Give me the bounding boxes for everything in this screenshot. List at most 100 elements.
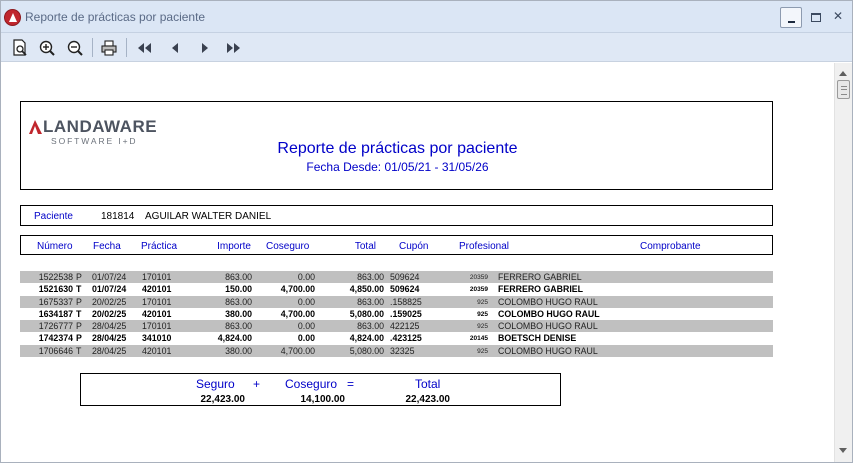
cell-numero: 1726777 xyxy=(38,321,73,332)
cell-tipo: P xyxy=(76,333,82,344)
last-page-button[interactable] xyxy=(223,37,245,58)
print-icon xyxy=(101,40,117,56)
cell-numero: 1742374 xyxy=(38,333,73,344)
cell-practica: 170101 xyxy=(142,321,172,332)
cell-practica: 170101 xyxy=(142,272,172,282)
scroll-down-icon[interactable] xyxy=(839,448,847,453)
col-comprobante: Comprobante xyxy=(640,241,701,252)
report-title: Reporte de prácticas por paciente xyxy=(277,140,518,157)
patient-label: Paciente xyxy=(34,211,73,222)
cell-profesional-code: 925 xyxy=(477,298,488,306)
cell-fecha: 20/02/25 xyxy=(92,308,127,319)
seguro-value: 22,423.00 xyxy=(200,394,246,405)
cell-numero: 1522538 xyxy=(38,272,73,282)
cell-practica: 341010 xyxy=(142,333,172,344)
page-preview-button[interactable] xyxy=(9,37,31,58)
cell-total: 863.00 xyxy=(357,296,384,307)
cell-total: 5,080.00 xyxy=(349,345,384,356)
cell-numero: 1675337 xyxy=(38,296,73,307)
col-cupon: Cupón xyxy=(399,241,429,252)
cell-profesional: COLOMBO HUGO RAUL xyxy=(498,308,600,319)
cell-numero: 1521630 xyxy=(38,284,73,295)
cell-profesional-code: 925 xyxy=(477,323,488,331)
title-bar[interactable]: Reporte de prácticas por paciente ✕ xyxy=(1,1,852,33)
cell-profesional: COLOMBO HUGO RAUL xyxy=(498,321,598,332)
table-row: 1675337 P 20/02/25 170101 863.00 0.00 863.00 .1… xyxy=(20,295,773,308)
next-page-button[interactable] xyxy=(194,37,216,58)
cell-practica: 420101 xyxy=(142,308,172,319)
previous-page-button[interactable] xyxy=(164,37,186,58)
total-value: 22,423.00 xyxy=(405,394,451,405)
cell-importe: 863.00 xyxy=(225,296,252,307)
toolbar-separator xyxy=(126,38,127,57)
page-preview-icon xyxy=(13,39,27,56)
coseguro-total-label: Coseguro xyxy=(285,377,338,391)
scroll-thumb[interactable] xyxy=(837,80,850,99)
cell-profesional-code: 925 xyxy=(477,347,488,355)
cell-cupon: .159025 xyxy=(390,308,422,319)
cell-profesional-code: 925 xyxy=(477,310,488,318)
total-label: Total xyxy=(415,377,441,391)
cell-practica: 420101 xyxy=(142,345,172,356)
patient-id: 181814 xyxy=(101,211,135,222)
report-window: Reporte de prácticas por paciente ✕ LAND… xyxy=(0,0,853,463)
cell-importe: 863.00 xyxy=(225,272,252,282)
app-logo-icon xyxy=(4,9,21,26)
toolbar-separator xyxy=(92,38,93,57)
cell-importe: 380.00 xyxy=(225,308,252,319)
cell-coseguro: 0.00 xyxy=(297,296,315,307)
table-row: 1706646 T 28/04/25 420101 380.00 4,700.00 5,08… xyxy=(20,344,773,358)
close-button[interactable]: ✕ xyxy=(827,7,849,28)
cell-fecha: 01/07/24 xyxy=(92,284,127,295)
practice-rows: 1522538 P 01/07/24 170101 863.00 0.00 863.00 50… xyxy=(20,271,773,358)
cell-profesional: COLOMBO HUGO RAUL xyxy=(498,296,598,307)
cell-fecha: 28/04/25 xyxy=(92,321,127,332)
cell-tipo: P xyxy=(76,272,82,282)
print-button[interactable] xyxy=(98,37,120,58)
column-headers: Número Fecha Práctica Importe Coseguro T… xyxy=(20,235,773,255)
zoom-in-icon xyxy=(39,40,55,56)
cell-coseguro: 4,700.00 xyxy=(280,308,315,319)
equals-sign: = xyxy=(347,377,355,391)
cell-total: 4,850.00 xyxy=(349,284,384,295)
cell-fecha: 01/07/24 xyxy=(92,272,127,282)
zoom-out-button[interactable] xyxy=(64,37,86,58)
first-page-button[interactable] xyxy=(133,37,155,58)
col-importe: Importe xyxy=(217,241,251,252)
patient-name: AGUILAR WALTER DANIEL xyxy=(145,211,272,222)
cell-tipo: P xyxy=(76,296,82,307)
vertical-scrollbar[interactable] xyxy=(834,63,852,462)
cell-profesional: FERRERO GABRIEL xyxy=(498,284,584,295)
cell-profesional-code: 20359 xyxy=(469,286,488,294)
cell-tipo: T xyxy=(76,308,82,319)
col-coseguro: Coseguro xyxy=(266,241,310,252)
scroll-up-icon[interactable] xyxy=(839,71,847,76)
cell-cupon: .158825 xyxy=(390,296,422,307)
table-row: 1634187 T 20/02/25 420101 380.00 4,700.00 5,08… xyxy=(20,308,773,320)
cell-tipo: T xyxy=(76,345,82,356)
cell-coseguro: 4,700.00 xyxy=(280,345,315,356)
cell-coseguro: 0.00 xyxy=(297,333,315,344)
cell-profesional: BOETSCH DENISE xyxy=(498,333,577,344)
col-total: Total xyxy=(354,241,376,252)
col-numero: Número xyxy=(37,241,73,252)
cell-profesional: COLOMBO HUGO RAUL xyxy=(498,345,598,356)
cell-cupon: .423125 xyxy=(390,333,422,344)
col-fecha: Fecha xyxy=(93,241,121,252)
cell-cupon: 509624 xyxy=(390,284,420,295)
toolbar xyxy=(1,33,852,62)
cell-coseguro: 4,700.00 xyxy=(280,284,315,295)
landaware-logo-icon xyxy=(29,120,42,134)
logo-name: LANDAWARE xyxy=(43,117,158,136)
col-practica: Práctica xyxy=(141,241,178,252)
maximize-button[interactable] xyxy=(804,7,826,28)
first-page-icon xyxy=(138,43,151,53)
zoom-in-button[interactable] xyxy=(36,37,58,58)
cell-importe: 380.00 xyxy=(225,345,252,356)
coseguro-value: 14,100.00 xyxy=(300,394,346,405)
cell-numero: 1706646 xyxy=(38,345,73,356)
report-header: LANDAWARE SOFTWARE I+D Reporte de prácti… xyxy=(20,101,773,190)
cell-fecha: 28/04/25 xyxy=(92,345,127,356)
minimize-button[interactable] xyxy=(780,7,802,28)
last-page-icon xyxy=(227,43,240,53)
